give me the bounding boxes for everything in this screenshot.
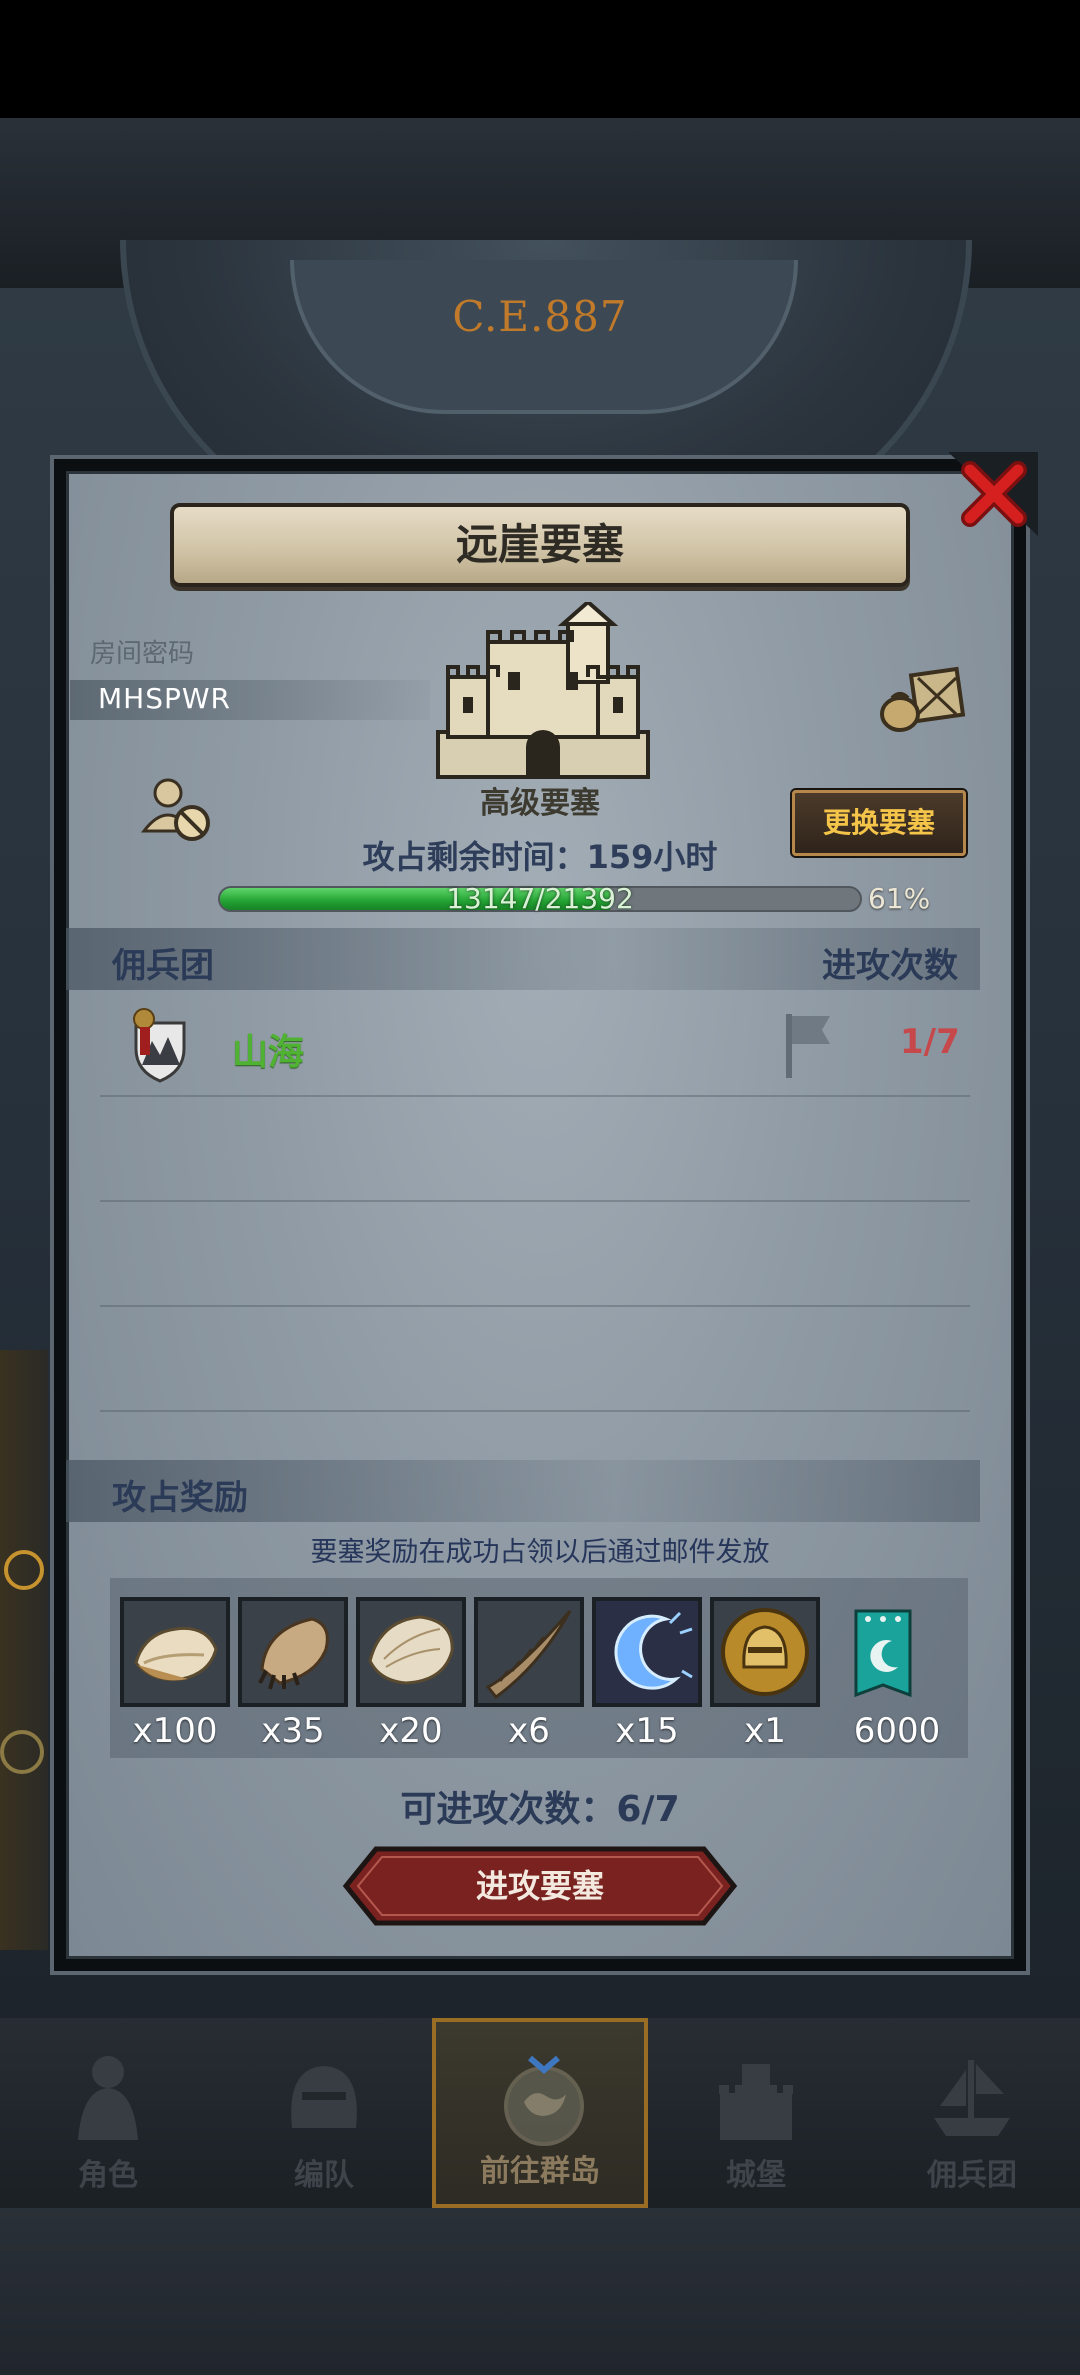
rewards-section-title: 攻占奖励 [112, 1478, 248, 1518]
nav-item-islands[interactable]: 前往群岛 [432, 2018, 648, 2208]
world-map-icon [504, 2055, 584, 2146]
knight-icon [78, 2056, 138, 2140]
dialog-title: 远崖要塞 [170, 503, 910, 587]
room-password-label: 房间密码 [90, 639, 195, 669]
list-divider [100, 1410, 970, 1412]
supply-crate-icon[interactable] [878, 664, 966, 734]
status-bar [0, 0, 1080, 118]
era-label: C.E.887 [452, 292, 628, 341]
list-divider [100, 1200, 970, 1202]
reward-item-golden-helmet[interactable] [710, 1597, 820, 1707]
reward-count: x100 [132, 1711, 218, 1751]
helmet-icon [291, 2066, 357, 2128]
remaining-time: 攻占剩余时间：159小时 [362, 838, 718, 876]
flag-icon [786, 1014, 830, 1078]
capture-progress-percent: 61% [868, 882, 931, 915]
nav-item-castle[interactable]: 城堡 [648, 2018, 864, 2208]
rewards-note: 要塞奖励在成功占领以后通过邮件发放 [310, 1537, 770, 1568]
nav-item-character[interactable]: 角色 [0, 2018, 216, 2208]
nav-label: 佣兵团 [927, 2158, 1017, 2193]
ship-icon [934, 2060, 1010, 2136]
close-icon[interactable] [948, 452, 1038, 536]
attack-fortress-button[interactable]: 进攻要塞 [324, 1845, 756, 1927]
guild-emblem-icon [133, 1008, 186, 1083]
change-fortress-button[interactable]: 更换要塞 [792, 790, 966, 856]
nav-item-mercenary[interactable]: 佣兵团 [864, 2018, 1080, 2208]
guild-attack-count: 1/7 [900, 1022, 960, 1062]
target-icon[interactable] [4, 1550, 44, 1590]
ring-icon[interactable] [0, 1730, 44, 1774]
guild-name[interactable]: 山海 [232, 1023, 304, 1075]
fur-pelt-icon [134, 1626, 218, 1682]
reward-item-horn[interactable] [474, 1597, 584, 1707]
reward-count: x1 [744, 1711, 786, 1751]
reward-item-guild-banner[interactable] [828, 1597, 938, 1707]
attack-button-label: 进攻要塞 [475, 1867, 604, 1905]
reward-count: x6 [508, 1711, 550, 1751]
blue-crescent-icon [596, 1601, 698, 1703]
fortress-castle-icon [436, 602, 650, 779]
claw-pelt-icon [258, 1617, 329, 1690]
reward-count: 6000 [853, 1711, 941, 1751]
nav-label: 角色 [78, 2158, 138, 2193]
reward-item-hide[interactable] [356, 1597, 466, 1707]
nav-item-formation[interactable]: 编队 [216, 2018, 432, 2208]
golden-helmet-icon [721, 1608, 809, 1696]
attack-count-header: 进攻次数 [822, 946, 958, 986]
fortress-level: 高级要塞 [480, 786, 600, 821]
guild-banner-icon [854, 1609, 912, 1698]
nav-label: 城堡 [726, 2158, 786, 2193]
mercenary-section-title: 佣兵团 [112, 946, 214, 986]
horn-icon [485, 1610, 572, 1700]
reward-count: x20 [379, 1711, 443, 1751]
castle-icon [719, 2064, 793, 2140]
reward-count: x15 [615, 1711, 679, 1751]
attack-quota: 可进攻次数：6/7 [400, 1789, 680, 1830]
capture-progress-text: 13147/21392 [446, 882, 634, 915]
bottom-area [0, 2208, 1080, 2375]
list-divider [100, 1095, 970, 1097]
member-restricted-icon[interactable] [140, 775, 214, 845]
reward-count: x35 [261, 1711, 325, 1751]
reward-item-claw-pelt[interactable] [238, 1597, 348, 1707]
list-divider [100, 1305, 970, 1307]
reward-item-blue-crescent[interactable] [592, 1597, 702, 1707]
nav-label: 前往群岛 [480, 2154, 600, 2189]
hide-icon [368, 1615, 454, 1685]
reward-item-fur-pelt[interactable] [120, 1597, 230, 1707]
room-password-value[interactable]: MHSPWR [98, 682, 231, 715]
left-side-strip [0, 1350, 48, 1950]
nav-label: 编队 [294, 2158, 354, 2193]
